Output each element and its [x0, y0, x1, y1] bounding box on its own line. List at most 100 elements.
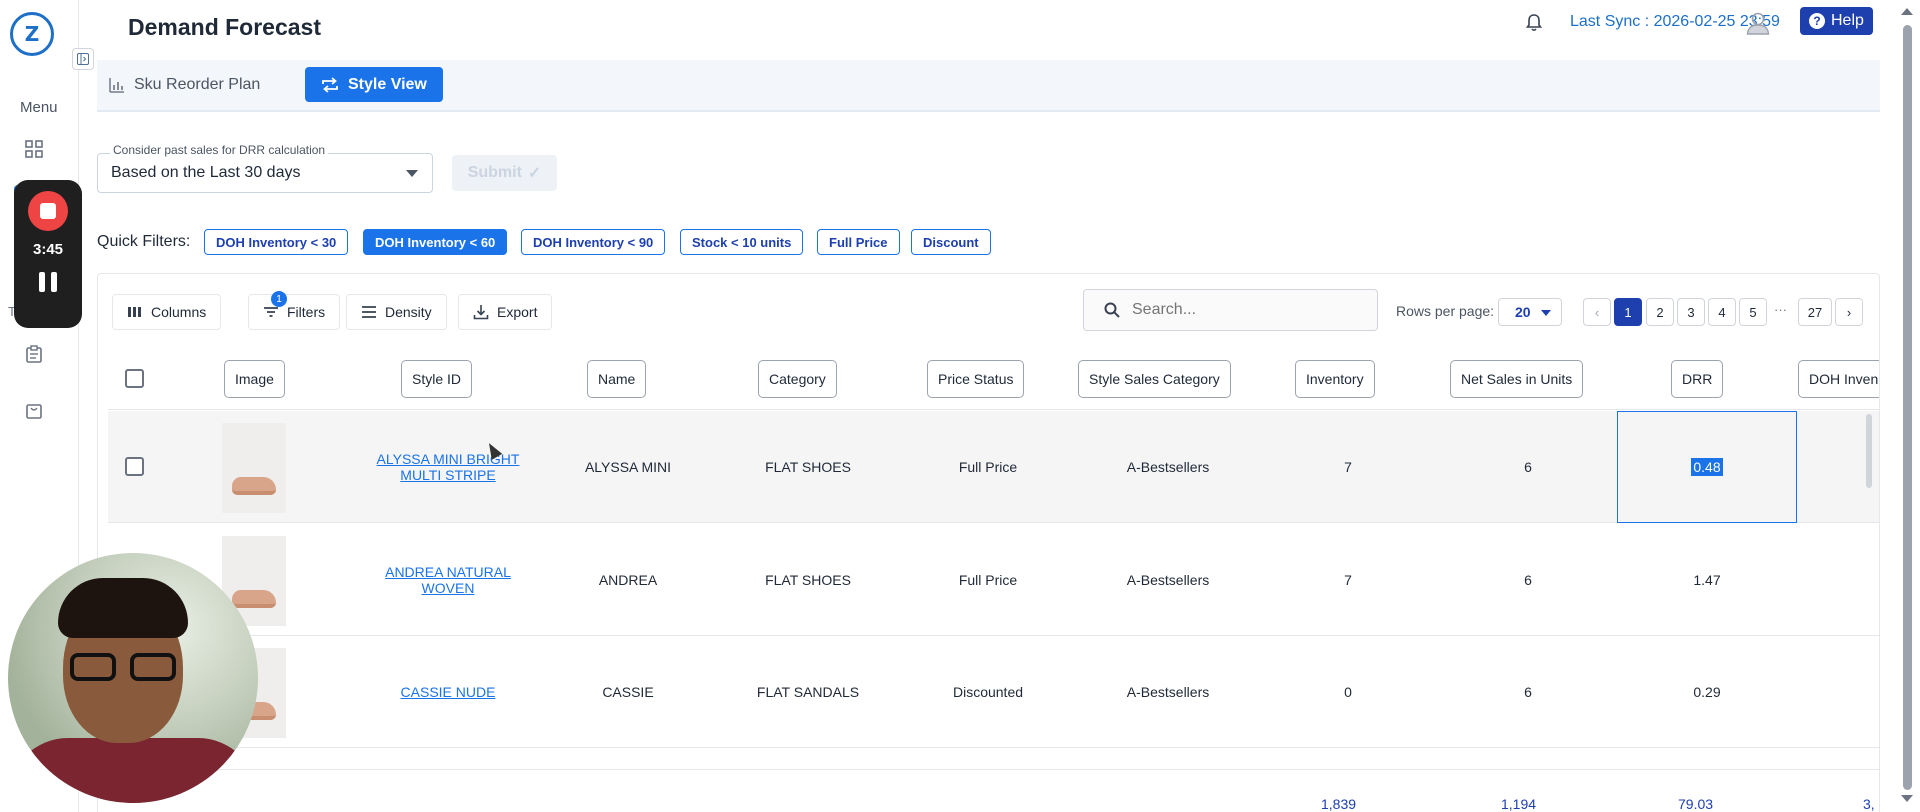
webcam-overlay[interactable]: [8, 553, 258, 803]
drr-period-select[interactable]: Based on the Last 30 days: [97, 153, 433, 193]
stop-recording-button[interactable]: [28, 191, 68, 231]
column-header-style-id[interactable]: Style ID: [401, 360, 473, 398]
quick-filter-doh-30[interactable]: DOH Inventory < 30: [204, 229, 349, 255]
table-row[interactable]: ANDREA NATURAL WOVEN ANDREA FLAT SHOES F…: [108, 524, 1879, 636]
drr-period-label: Consider past sales for DRR calculation: [110, 143, 329, 157]
table-totals-row: 1,839 1,194 79.03 3,: [108, 769, 1879, 812]
rows-per-page-select[interactable]: 20: [1498, 298, 1562, 326]
quick-filter-discount[interactable]: Discount: [911, 229, 991, 255]
table-row[interactable]: ALYSSA MINI BRIGHT MULTI STRIPE ALYSSA M…: [108, 411, 1879, 523]
next-page-button[interactable]: ›: [1835, 298, 1863, 326]
columns-label: Columns: [151, 304, 207, 320]
column-header-image[interactable]: Image: [224, 360, 285, 398]
search-box: [1083, 289, 1378, 331]
inventory-cell: 7: [1344, 459, 1352, 475]
filters-label: Filters: [287, 304, 326, 320]
quick-filters-label: Quick Filters:: [97, 233, 191, 250]
sales-category-cell: A-Bestsellers: [1126, 684, 1210, 700]
tab-sku-reorder-plan[interactable]: Sku Reorder Plan: [109, 67, 260, 102]
page-2-button[interactable]: 2: [1646, 298, 1674, 326]
price-status-cell: Full Price: [958, 459, 1018, 475]
notification-bell-icon[interactable]: [1523, 12, 1545, 34]
total-inventory: 1,839: [1321, 796, 1357, 812]
filters-button[interactable]: 1 Filters: [248, 291, 341, 330]
quick-filter-full-price[interactable]: Full Price: [817, 229, 900, 255]
drr-cell[interactable]: 0.48: [1617, 411, 1797, 523]
total-net-sales: 1,194: [1501, 796, 1537, 812]
webcam-glasses: [70, 653, 180, 683]
column-header-category[interactable]: Category: [758, 360, 837, 398]
app-root: Z Menu T 3:45 Demand Forecast Last Sync …: [0, 0, 1920, 812]
density-button[interactable]: Density: [346, 294, 447, 330]
name-cell: ANDREA: [598, 572, 658, 588]
rows-per-page-value: 20: [1515, 304, 1531, 320]
dashboard-grid-icon[interactable]: [24, 139, 44, 159]
page-4-button[interactable]: 4: [1708, 298, 1736, 326]
page-27-button[interactable]: 27: [1798, 298, 1832, 326]
top-header: Demand Forecast Last Sync : 2026-02-25 2…: [79, 0, 1920, 48]
page-3-button[interactable]: 3: [1677, 298, 1705, 326]
tab-style-view[interactable]: Style View: [305, 67, 443, 102]
export-button[interactable]: Export: [458, 294, 553, 330]
drr-cell[interactable]: 0.29: [1617, 636, 1797, 748]
category-cell: FLAT SHOES: [765, 459, 851, 475]
net-sales-cell: 6: [1524, 572, 1532, 588]
shopping-bag-icon[interactable]: [24, 400, 44, 420]
column-header-name[interactable]: Name: [587, 360, 647, 398]
user-avatar-icon[interactable]: [1743, 8, 1773, 38]
column-header-drr[interactable]: DRR: [1671, 360, 1724, 398]
column-header-price-status[interactable]: Price Status: [927, 360, 1025, 398]
columns-button[interactable]: Columns: [112, 294, 222, 330]
page-title: Demand Forecast: [128, 14, 322, 40]
sidebar-collapse-icon[interactable]: [72, 48, 94, 70]
price-status-cell: Full Price: [958, 572, 1018, 588]
inventory-cell: 7: [1344, 572, 1352, 588]
column-header-style-sales-category[interactable]: Style Sales Category: [1078, 360, 1231, 398]
webcam-hair: [58, 578, 188, 638]
help-button[interactable]: ? Help: [1800, 7, 1873, 35]
total-doh-inventory: 3,: [1863, 796, 1875, 812]
name-cell: CASSIE: [602, 684, 654, 700]
column-header-net-sales[interactable]: Net Sales in Units: [1450, 360, 1584, 398]
quick-filter-stock-10[interactable]: Stock < 10 units: [680, 229, 804, 255]
tab-style-label: Style View: [348, 75, 427, 93]
row-scroll-thumb[interactable]: [1866, 414, 1872, 488]
style-id-link[interactable]: CASSIE NUDE: [358, 636, 538, 748]
app-logo[interactable]: Z: [10, 12, 54, 56]
columns-icon: [128, 307, 141, 317]
drr-period-value: Based on the Last 30 days: [111, 164, 301, 181]
name-cell: ALYSSA MINI: [584, 459, 672, 475]
page-scrollbar-thumb[interactable]: [1903, 25, 1912, 790]
price-status-cell: Discounted: [952, 684, 1024, 700]
pagination-ellipsis: ···: [1774, 302, 1787, 317]
density-label: Density: [385, 304, 432, 320]
scroll-down-arrow-icon[interactable]: [1901, 795, 1913, 802]
prev-page-button[interactable]: ‹: [1583, 298, 1611, 326]
pause-recording-button[interactable]: [39, 272, 57, 292]
table-row[interactable]: CASSIE NUDE CASSIE FLAT SANDALS Discount…: [108, 636, 1879, 748]
search-icon: [1104, 302, 1120, 318]
chevron-down-icon: [1541, 310, 1551, 316]
clipboard-icon[interactable]: [24, 344, 44, 364]
chevron-down-icon: [406, 170, 418, 177]
help-question-icon: ?: [1809, 13, 1825, 29]
select-all-checkbox[interactable]: [125, 369, 144, 388]
style-id-link[interactable]: ANDREA NATURAL WOVEN: [358, 524, 538, 636]
recording-time: 3:45: [32, 241, 64, 258]
page-1-button[interactable]: 1: [1614, 298, 1642, 326]
quick-filter-doh-90[interactable]: DOH Inventory < 90: [521, 229, 666, 255]
quick-filter-doh-60[interactable]: DOH Inventory < 60: [363, 229, 508, 255]
row-checkbox[interactable]: [125, 457, 144, 476]
scroll-up-arrow-icon[interactable]: [1901, 8, 1913, 15]
search-input[interactable]: [1132, 301, 1352, 319]
logo-letter: Z: [24, 22, 40, 46]
column-header-inventory[interactable]: Inventory: [1295, 360, 1375, 398]
page-5-button[interactable]: 5: [1739, 298, 1767, 326]
drr-cell[interactable]: 1.47: [1617, 524, 1797, 636]
style-id-link[interactable]: ALYSSA MINI BRIGHT MULTI STRIPE: [358, 411, 538, 523]
submit-button[interactable]: Submit ✓: [452, 155, 557, 191]
menu-label: Menu: [20, 99, 58, 116]
column-header-doh-inventory[interactable]: DOH Inven: [1798, 360, 1879, 398]
style-data-grid: Columns 1 Filters Density Export Rows pe…: [97, 273, 1880, 812]
net-sales-cell: 6: [1524, 459, 1532, 475]
